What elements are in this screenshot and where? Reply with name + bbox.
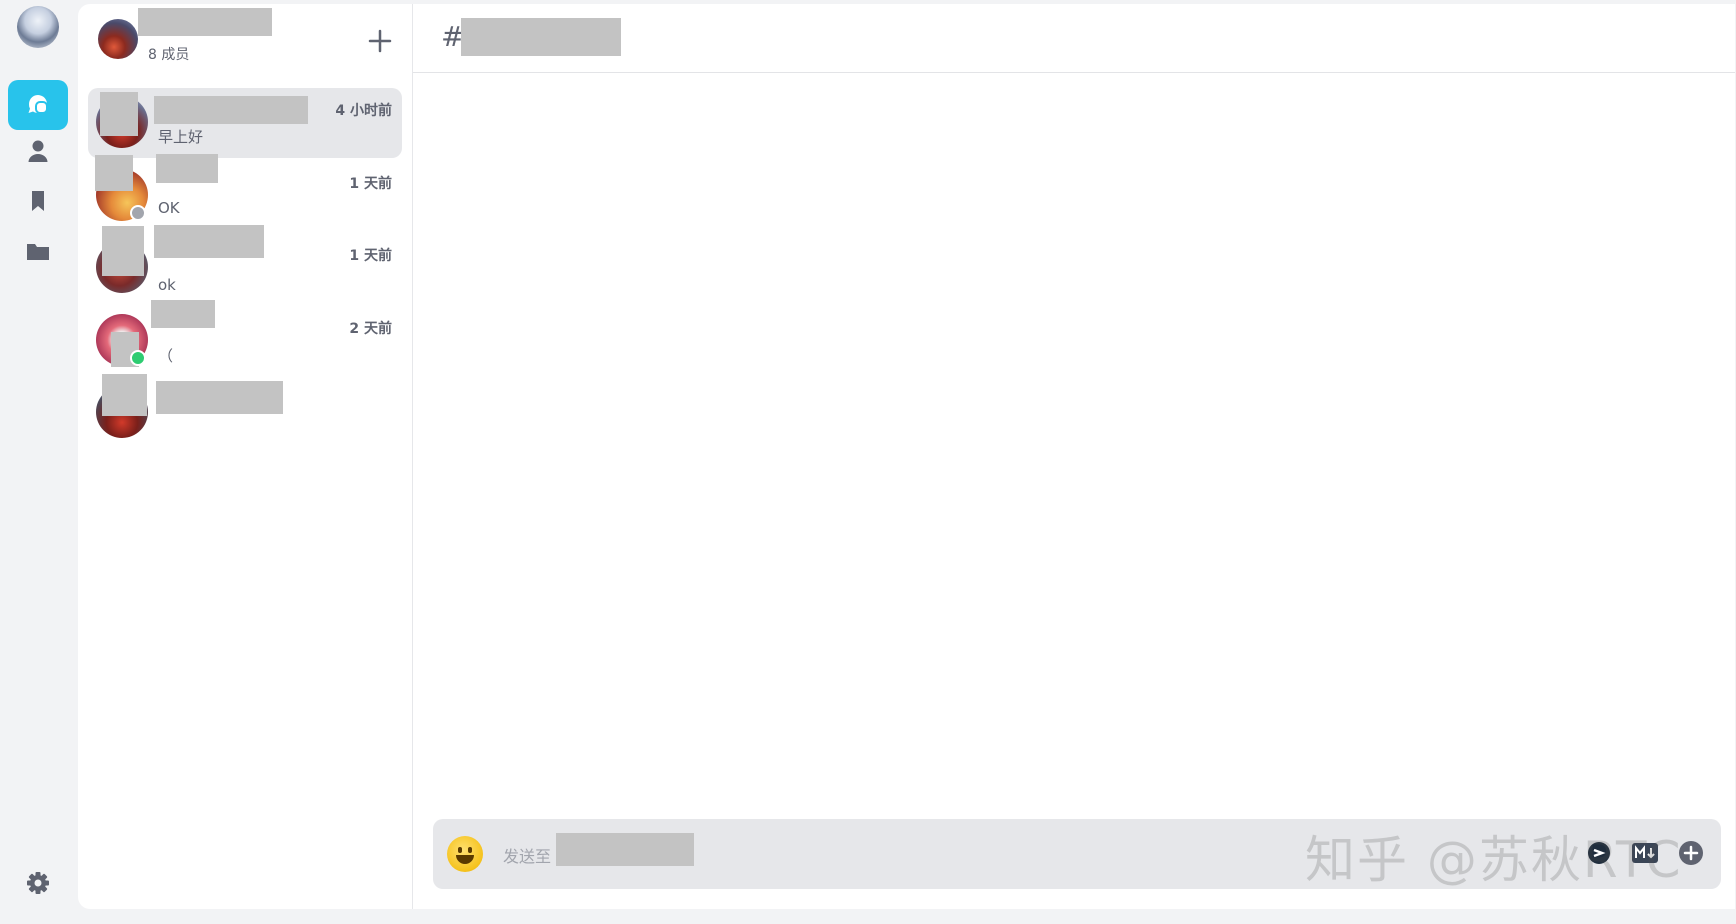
nav-files-button[interactable] <box>8 226 68 276</box>
message-list[interactable] <box>413 73 1735 813</box>
settings-button[interactable] <box>8 858 68 908</box>
avatar-redacted <box>95 155 133 191</box>
conversation-name-redacted <box>154 96 308 124</box>
conversation-item[interactable]: 1 天前 OK <box>88 154 402 231</box>
user-icon <box>28 140 48 162</box>
channel-name-redacted <box>461 18 621 56</box>
emoji-icon[interactable] <box>447 836 483 872</box>
conversation-time: 2 天前 <box>349 321 392 337</box>
conversation-name-redacted <box>151 300 215 328</box>
nav-contacts-button[interactable] <box>8 126 68 176</box>
status-offline-indicator <box>130 205 146 221</box>
conversation-preview: 早上好 <box>158 128 204 146</box>
add-conversation-button[interactable] <box>363 24 397 58</box>
conversation-preview: （ <box>158 347 174 365</box>
gear-icon <box>27 872 49 894</box>
placeholder-channel-redacted <box>556 833 694 866</box>
nav-bookmarks-button[interactable] <box>8 176 68 226</box>
avatar-redacted <box>102 226 144 276</box>
group-name-redacted <box>138 8 272 36</box>
bookmark-icon <box>32 191 44 211</box>
chat-icon <box>28 95 48 114</box>
avatar-redacted <box>102 374 147 416</box>
group-header: 8 成员 <box>78 4 413 76</box>
conversation-item[interactable]: 2 天前 （ <box>88 300 402 376</box>
conversation-panel: 8 成员 4 小时前 早上好 1 天前 OK 1 天前 ok 2 天前 （ <box>78 4 413 909</box>
nav-rail <box>0 0 78 924</box>
watermark: 知乎 @苏秋RTC <box>1305 831 1683 889</box>
message-input[interactable]: 发送至 <box>503 843 551 867</box>
conversation-item[interactable] <box>88 374 402 448</box>
group-avatar[interactable] <box>98 19 138 59</box>
user-avatar[interactable] <box>17 6 59 48</box>
conversation-time: 1 天前 <box>349 176 392 192</box>
chat-header: # <box>413 4 1735 73</box>
avatar-redacted <box>100 92 138 136</box>
conversation-name-redacted <box>154 225 264 258</box>
app-window: 8 成员 4 小时前 早上好 1 天前 OK 1 天前 ok 2 天前 （ # … <box>0 0 1736 924</box>
folder-icon <box>27 244 49 260</box>
placeholder-prefix: 发送至 <box>503 847 552 866</box>
conversation-item[interactable]: 4 小时前 早上好 <box>88 88 402 158</box>
conversation-name-redacted <box>156 154 218 183</box>
conversation-time: 1 天前 <box>349 248 392 264</box>
conversation-preview: OK <box>158 199 180 217</box>
conversation-time: 4 小时前 <box>335 103 392 119</box>
plus-icon <box>368 29 392 53</box>
conversation-name-redacted <box>156 381 283 414</box>
member-count: 8 成员 <box>148 47 190 63</box>
conversation-preview: ok <box>158 276 176 294</box>
nav-chats-button[interactable] <box>8 80 68 130</box>
conversation-item[interactable]: 1 天前 ok <box>88 225 402 303</box>
status-online-indicator <box>130 350 146 366</box>
chat-area: # 发送至 <box>413 4 1735 909</box>
